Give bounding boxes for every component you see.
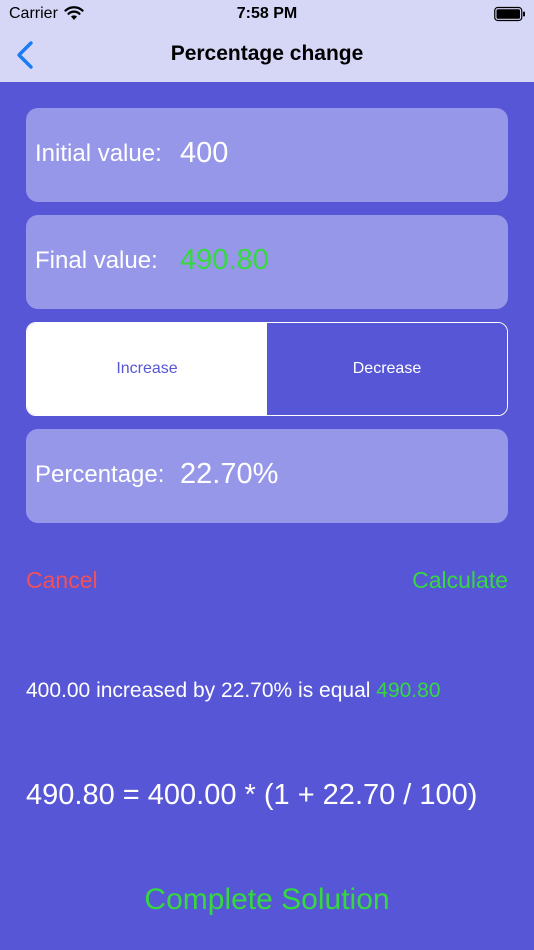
percentage-field[interactable]: Percentage: 22.70% [26,429,508,523]
final-value-label: Final value: [35,247,158,274]
increase-decrease-segmented-control: Increase Decrease [26,322,508,416]
result-sentence: 400.00 increased by 22.70% is equal 490.… [26,679,441,703]
percentage-label: Percentage: [35,461,165,488]
status-bar: Carrier 7:58 PM [0,0,534,30]
result-formula: 490.80 = 400.00 * (1 + 22.70 / 100) [26,779,478,811]
percentage-input[interactable]: 22.70% [180,458,278,491]
status-time: 7:58 PM [236,5,298,22]
navigation-bar: Percentage change [0,30,534,82]
final-value-field[interactable]: Final value: 490.80 [26,215,508,309]
initial-value-label: Initial value: [35,140,162,167]
initial-value-input[interactable]: 400 [180,137,228,170]
increase-segment[interactable]: Increase [27,323,267,415]
calculate-button[interactable]: Calculate [412,567,508,594]
decrease-segment[interactable]: Decrease [267,323,507,415]
cancel-button[interactable]: Cancel [26,567,98,594]
initial-value-field[interactable]: Initial value: 400 [26,108,508,202]
battery-full-icon [494,6,525,22]
result-sentence-prefix: 400.00 increased by 22.70% is equal [26,679,371,702]
complete-solution-button[interactable]: Complete Solution [0,883,534,917]
page-title: Percentage change [170,42,364,65]
final-value-output[interactable]: 490.80 [180,244,269,277]
result-sentence-value: 490.80 [376,679,441,702]
